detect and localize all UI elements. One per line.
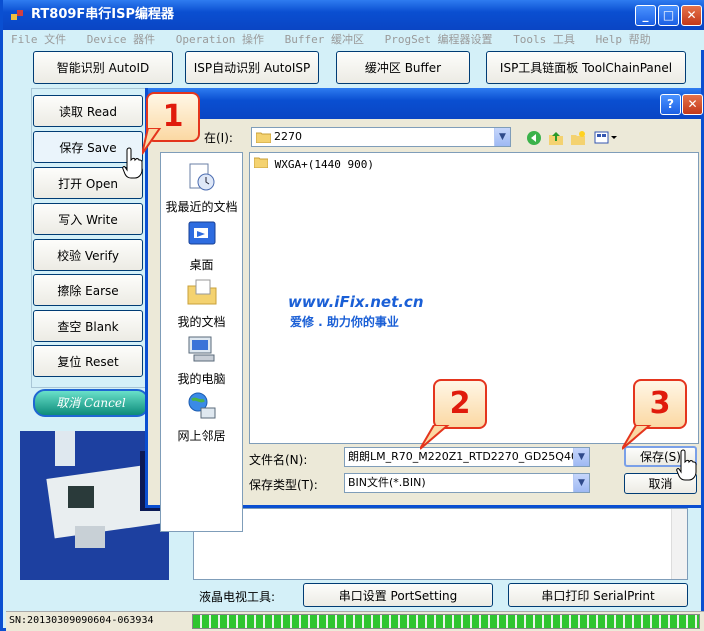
chevron-down-icon[interactable]: ▼ (573, 448, 589, 466)
callout-3: 3 (633, 379, 687, 429)
place-network[interactable]: 网上邻居 (161, 390, 242, 444)
folder-icon (256, 132, 271, 143)
places-bar: 我最近的文档 桌面 我的文档 我的电脑 网上邻居 (160, 152, 243, 532)
my-computer-icon (188, 336, 214, 362)
place-desktop-label: 桌面 (189, 258, 214, 272)
filename-input[interactable]: 朗朗LM_R70_M220Z1_RTD2270_GD25Q40 ▼ (344, 447, 590, 467)
tv-tools-label: 液晶电视工具: (199, 590, 276, 604)
port-setting-button[interactable]: 串口设置 PortSetting (303, 583, 493, 607)
read-button[interactable]: 读取 Read (33, 95, 143, 127)
menu-help[interactable]: Help 帮助 (596, 33, 651, 46)
callout-1-pointer (142, 128, 162, 155)
menu-progset[interactable]: ProgSet 编程器设置 (385, 33, 493, 46)
hand-cursor-icon (676, 449, 697, 481)
menu-bar: File 文件 Device 器件 Operation 操作 Buffer 缓冲… (6, 30, 704, 50)
callout-3-pointer (622, 425, 652, 450)
save-in-combo[interactable]: 2270 ▼ (251, 127, 511, 147)
progress-bar (192, 614, 700, 629)
watermark-slogan: 爱修 . 助力你的事业 (290, 315, 399, 329)
toolchain-button[interactable]: ISP工具链面板 ToolChainPanel (486, 51, 686, 84)
back-icon[interactable] (526, 130, 542, 146)
place-my-computer-label: 我的电脑 (177, 372, 226, 386)
watermark-url: www.iFix.net.cn (288, 293, 424, 311)
menu-operation[interactable]: Operation 操作 (176, 33, 264, 46)
filetype-label: 保存类型(T): (249, 478, 318, 492)
menu-file[interactable]: File 文件 (11, 33, 66, 46)
app-icon (11, 10, 23, 20)
serial-print-button[interactable]: 串口打印 SerialPrint (508, 583, 688, 607)
filetype-value: BIN文件(*.BIN) (348, 476, 426, 489)
dialog-close-button[interactable]: ✕ (682, 94, 703, 115)
minimize-button[interactable]: _ (635, 5, 656, 26)
recent-documents-icon (189, 163, 214, 191)
view-menu-icon[interactable] (594, 130, 618, 146)
place-network-label: 网上邻居 (177, 429, 226, 443)
chevron-down-icon[interactable]: ▼ (573, 474, 589, 492)
place-desktop[interactable]: 桌面 (161, 219, 242, 273)
menu-device[interactable]: Device 器件 (87, 33, 155, 46)
title-bar: RT809F串行ISP编程器 _ □ ✕ (3, 0, 704, 30)
place-my-documents-label: 我的文档 (177, 315, 226, 329)
hand-cursor-icon (122, 147, 143, 179)
close-button[interactable]: ✕ (681, 5, 702, 26)
save-in-value: 2270 (274, 130, 302, 143)
log-area (193, 508, 688, 580)
autoisp-button[interactable]: ISP自动识别 AutoISP (185, 51, 319, 84)
chevron-down-icon[interactable]: ▼ (494, 128, 510, 146)
help-icon[interactable]: ? (660, 94, 681, 115)
place-my-computer[interactable]: 我的电脑 (161, 333, 242, 387)
serial-number: SN:20130309090604-063934 (9, 615, 154, 626)
status-bar: SN:20130309090604-063934 (6, 611, 704, 631)
file-item[interactable]: WXGA+(1440 900) (253, 157, 374, 171)
menu-buffer[interactable]: Buffer 缓冲区 (285, 33, 364, 46)
file-item-label: WXGA+(1440 900) (274, 158, 374, 171)
window-title: RT809F串行ISP编程器 (31, 7, 175, 22)
dialog-title-bar: ? ✕ (148, 88, 703, 119)
verify-button[interactable]: 校验 Verify (33, 239, 143, 271)
erase-button[interactable]: 擦除 Earse (33, 274, 143, 306)
new-folder-icon[interactable] (570, 130, 586, 146)
network-places-icon (188, 392, 215, 419)
callout-2: 2 (433, 379, 487, 429)
save-in-label: 在(I): (204, 131, 233, 145)
place-my-documents[interactable]: 我的文档 (161, 276, 242, 330)
callout-2-pointer (420, 425, 450, 450)
write-button[interactable]: 写入 Write (33, 203, 143, 235)
place-recent[interactable]: 我最近的文档 (161, 161, 242, 215)
desktop-icon (188, 221, 215, 245)
place-recent-label: 我最近的文档 (165, 200, 238, 214)
maximize-button[interactable]: □ (658, 5, 679, 26)
filename-value: 朗朗LM_R70_M220Z1_RTD2270_GD25Q40 (348, 450, 578, 463)
up-folder-icon[interactable] (548, 130, 564, 146)
filename-label: 文件名(N): (249, 453, 308, 467)
my-documents-icon (187, 279, 216, 305)
blank-button[interactable]: 查空 Blank (33, 310, 143, 342)
autoid-button[interactable]: 智能识别 AutoID (33, 51, 173, 84)
reset-button[interactable]: 复位 Reset (33, 345, 143, 377)
folder-icon (253, 157, 269, 169)
cancel-operation-button[interactable]: 取消 Cancel (33, 389, 149, 417)
menu-tools[interactable]: Tools 工具 (513, 33, 575, 46)
filetype-select[interactable]: BIN文件(*.BIN) ▼ (344, 473, 590, 493)
log-scrollbar[interactable] (671, 509, 687, 579)
buffer-button[interactable]: 缓冲区 Buffer (336, 51, 470, 84)
